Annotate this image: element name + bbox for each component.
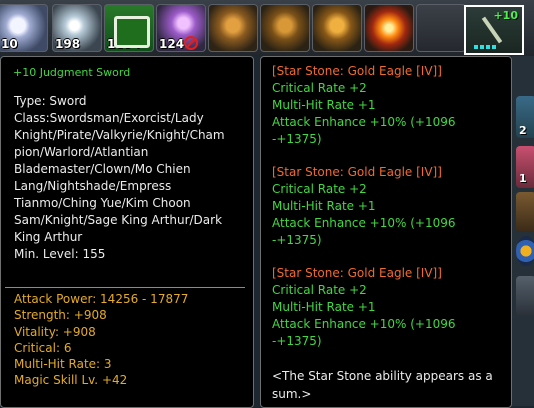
star-stone-stat: Critical Rate +2 — [272, 283, 367, 297]
hotbar-slot-gold-statue-1[interactable] — [208, 4, 258, 52]
side-slot-count: 1 — [519, 172, 527, 185]
item-class-line: Sam/Knight/Sage King Arthur/Dark — [14, 213, 223, 227]
star-stone-name: [Star Stone: Gold Eagle [IV]] — [272, 266, 442, 280]
upgrade-level-badge: +10 — [493, 9, 518, 22]
item-type: Type: Sword — [14, 94, 87, 108]
item-class-line: Blademaster/Clown/Mo Chien — [14, 162, 191, 176]
slot-count: 124 — [159, 37, 185, 51]
hotbar-slot-blue-orb[interactable]: 10 — [0, 4, 48, 52]
item-class-line: Tianmo/Ching Yue/Kim Choon — [14, 196, 191, 210]
no-use-icon — [184, 36, 198, 50]
star-stone-stat: Multi-Hit Rate +1 — [272, 98, 376, 112]
item-info-tooltip: +10 Judgment Sword Type: Sword Class:Swo… — [0, 56, 254, 408]
star-stone-stat: -+1375) — [272, 132, 322, 146]
star-stone-stat: Critical Rate +2 — [272, 81, 367, 95]
star-stone-tooltip: [Star Stone: Gold Eagle [IV]] Critical R… — [260, 56, 512, 408]
hotbar-slot-gold-trophy[interactable] — [312, 4, 362, 52]
star-stone-stat: Attack Enhance +10% (+1096 — [272, 317, 456, 331]
stat-magic-skill-lv: Magic Skill Lv. +42 — [14, 373, 128, 388]
hotbar-slot-empty[interactable] — [416, 4, 466, 52]
stat-multi-hit-rate: Multi-Hit Rate: 3 — [14, 357, 112, 372]
socket-gems-icon — [474, 45, 496, 49]
item-stats: Attack Power: 14256 - 17877 Strength: +9… — [14, 291, 188, 389]
star-stone-stat: Multi-Hit Rate +1 — [272, 300, 376, 314]
item-description: Type: Sword Class:Swordsman/Exorcist/Lad… — [14, 93, 246, 263]
star-stone-stat: -+1375) — [272, 233, 322, 247]
star-stone-stat: Attack Enhance +10% (+1096 — [272, 216, 456, 230]
star-stone-sum-note: <The Star Stone ability appears as a sum… — [272, 369, 493, 401]
item-min-level: Min. Level: 155 — [14, 247, 106, 261]
side-slot-count: 2 — [519, 124, 527, 137]
hotbar-slot-gift-box[interactable]: 1894 — [104, 4, 154, 52]
star-stone-stat: Critical Rate +2 — [272, 182, 367, 196]
slot-count: 1894 — [107, 37, 141, 51]
star-stone-name: [Star Stone: Gold Eagle [IV]] — [272, 64, 442, 78]
stat-attack-power: Attack Power: 14256 - 17877 — [14, 292, 189, 306]
star-stone-stat: -+1375) — [272, 334, 322, 348]
hotbar-slot-fire-orb[interactable]: 7243 — [364, 4, 414, 52]
stat-critical: Critical: 6 — [14, 340, 72, 355]
item-class-line: pion/Warlord/Atlantian — [14, 145, 149, 159]
item-title: +10 Judgment Sword — [13, 66, 131, 79]
tooltip-divider — [5, 287, 245, 288]
side-slot-gray-item[interactable] — [516, 276, 534, 316]
hotbar-slot-gold-statue-2[interactable] — [260, 4, 310, 52]
hotbar-slot-white-crystal[interactable]: 198 — [52, 4, 102, 52]
stat-strength: Strength: +908 — [14, 308, 107, 323]
slot-count: 198 — [55, 37, 81, 51]
side-slot-weapon-item[interactable] — [516, 192, 534, 232]
refresh-icon[interactable] — [516, 236, 534, 266]
item-hotbar: 10 198 1894 124 7243 +10 — [0, 0, 534, 56]
slot-count: 10 — [1, 37, 18, 51]
hotbar-slot-judgment-sword-selected[interactable]: +10 — [464, 5, 524, 55]
item-class-line: Knight/Pirate/Valkyrie/Knight/Cham — [14, 128, 225, 142]
star-stone-entry: [Star Stone: Gold Eagle [IV]] Critical R… — [272, 164, 508, 249]
hotbar-slot-purple-potion[interactable]: 124 — [156, 4, 206, 52]
star-stone-stat: Attack Enhance +10% (+1096 — [272, 115, 456, 129]
star-stone-stat: Multi-Hit Rate +1 — [272, 199, 376, 213]
item-class-line: Class:Swordsman/Exorcist/Lady — [14, 111, 204, 125]
item-class-line: King Arthur — [14, 230, 83, 244]
star-stone-name: [Star Stone: Gold Eagle [IV]] — [272, 165, 442, 179]
item-class-line: Lang/Nightshade/Empress — [14, 179, 172, 193]
star-stone-entry: [Star Stone: Gold Eagle [IV]] Critical R… — [272, 265, 508, 350]
stat-vitality: Vitality: +908 — [14, 324, 96, 339]
star-stone-entry: [Star Stone: Gold Eagle [IV]] Critical R… — [272, 63, 508, 148]
